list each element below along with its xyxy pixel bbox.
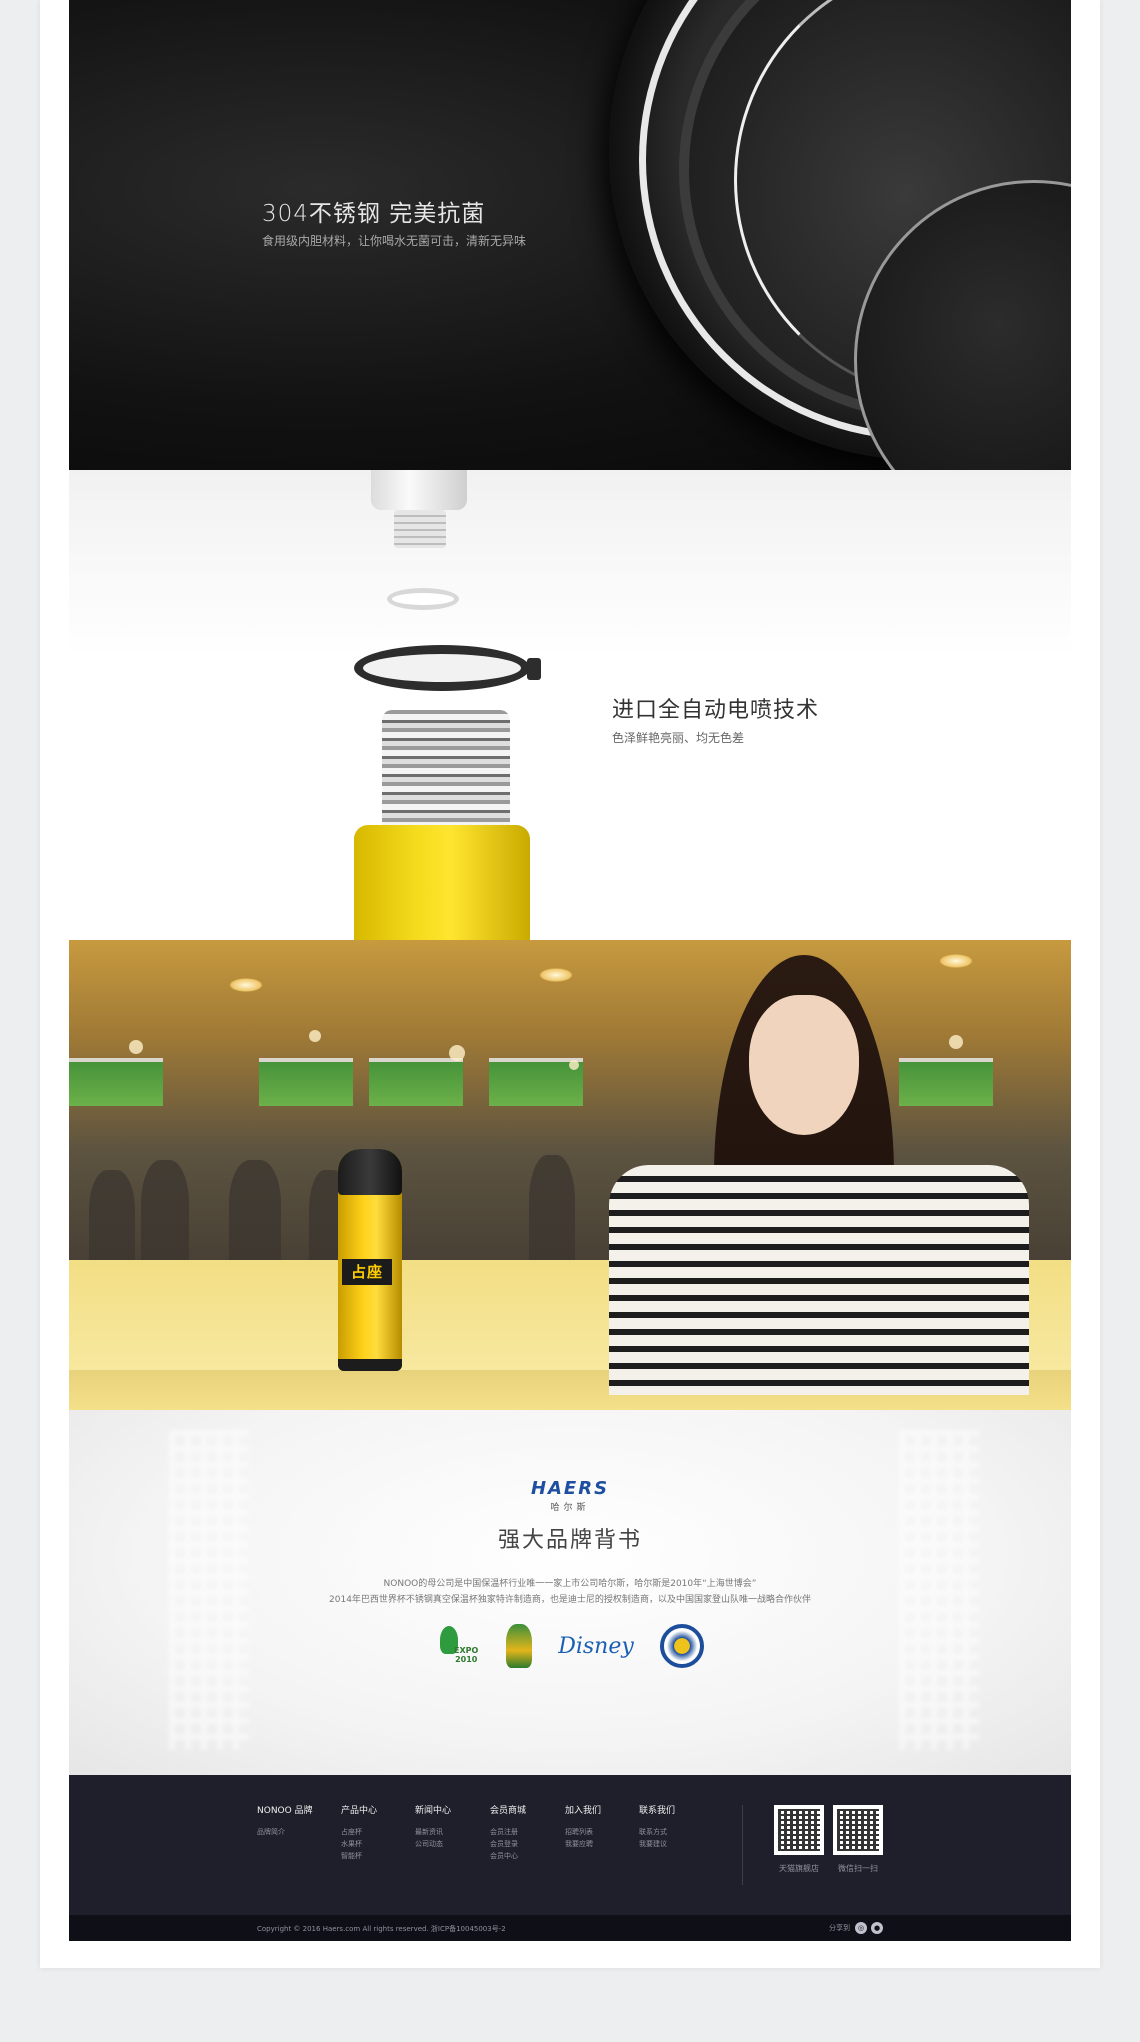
footer-link[interactable]: 我要应聘 — [565, 1838, 601, 1850]
sub-footer: Copyright © 2016 Haers.com All rights re… — [69, 1915, 1071, 1941]
model-face — [749, 995, 859, 1135]
thermos-base — [338, 1359, 402, 1371]
tmall-qr-code — [774, 1805, 824, 1855]
expo-logo-text: EXPO 2010 — [454, 1646, 479, 1664]
bottle-lid-ring-image — [354, 645, 530, 691]
footer-col-brand: NONOO 品牌 品牌简介 — [257, 1803, 313, 1838]
bokeh-light — [569, 1060, 579, 1070]
wechat-qr-label: 微信扫一扫 — [838, 1864, 878, 1873]
bokeh-light — [309, 1030, 321, 1042]
footer-col-heading[interactable]: 产品中心 — [341, 1803, 377, 1816]
qr-pattern — [778, 1809, 820, 1851]
footer-link[interactable]: 智能杯 — [341, 1850, 377, 1862]
footer-col-mall: 会员商城 会员注册 会员登录 会员中心 — [490, 1803, 526, 1862]
mountaineering-team-logo — [659, 1624, 704, 1668]
background-person — [529, 1155, 575, 1270]
qq-icon[interactable]: ● — [871, 1922, 883, 1934]
footer-link[interactable]: 会员注册 — [490, 1826, 526, 1838]
store-sign — [259, 1058, 353, 1106]
footer-col-news: 新闻中心 最新资讯 公司动态 — [415, 1803, 451, 1850]
footer-link[interactable]: 公司动态 — [415, 1838, 451, 1850]
background-person — [89, 1170, 135, 1270]
footer-col-heading[interactable]: NONOO 品牌 — [257, 1803, 313, 1816]
footer-col-heading[interactable]: 新闻中心 — [415, 1803, 451, 1816]
weibo-icon[interactable]: ◎ — [855, 1922, 867, 1934]
bottle-cap-image — [371, 470, 467, 510]
footer-link[interactable]: 最新资讯 — [415, 1826, 451, 1838]
store-sign — [69, 1058, 163, 1106]
world-cup-2014-logo — [506, 1624, 533, 1668]
footer-col-heading[interactable]: 会员商城 — [490, 1803, 526, 1816]
footer-link[interactable]: 会员中心 — [490, 1850, 526, 1862]
footer-link[interactable]: 会员登录 — [490, 1838, 526, 1850]
spray-feature-banner: 进口全自动电喷技术 色泽鲜艳亮丽、均无色差 — [69, 470, 1071, 940]
background-person — [141, 1160, 189, 1270]
steel-feature-title: 304不锈钢 完美抗菌 — [262, 201, 486, 227]
yellow-thermos-image: 占座 — [338, 1149, 402, 1371]
brand-description-line: 2014年巴西世界杯不锈钢真空保温杯独家特许制造商，也是迪士尼的授权制造商，以及… — [329, 1595, 811, 1605]
expo-2010-logo: EXPO 2010 — [436, 1624, 480, 1668]
thermos-cap — [338, 1149, 402, 1195]
spray-feature-title: 进口全自动电喷技术 — [612, 698, 820, 723]
footer-link[interactable]: 联系方式 — [639, 1826, 675, 1838]
bottle-cap-thread — [394, 510, 446, 548]
bottle-lid-tab — [527, 658, 541, 680]
bottle-yellow-body-image — [354, 825, 530, 940]
footer-col-heading[interactable]: 加入我们 — [565, 1803, 601, 1816]
disney-logo: Disney — [558, 1633, 634, 1659]
page-content: 304不锈钢 完美抗菌 食用级内胆材料，让你喝水无菌可击，清新无异味 进口全自动… — [69, 0, 1071, 1941]
bottle-steel-neck-image — [382, 710, 510, 830]
qr-pattern — [837, 1809, 879, 1851]
ceiling-lamp — [539, 968, 573, 982]
wechat-qr-code — [833, 1805, 883, 1855]
footer-col-heading[interactable]: 联系我们 — [639, 1803, 675, 1816]
footer-link[interactable]: 招聘列表 — [565, 1826, 601, 1838]
brand-endorsement-section: HAERS 哈尔斯 强大品牌背书 NONOO的母公司是中国保温杯行业唯一一家上市… — [69, 1410, 1071, 1775]
brand-description: NONOO的母公司是中国保温杯行业唯一一家上市公司哈尔斯，哈尔斯是2010年“上… — [69, 1576, 1071, 1608]
footer-col-join: 加入我们 招聘列表 我要应聘 — [565, 1803, 601, 1850]
haers-logo: HAERS — [530, 1478, 610, 1499]
bokeh-light — [449, 1045, 465, 1061]
model-girl-image — [599, 955, 1049, 1395]
footer-link[interactable]: 占座杯 — [341, 1826, 377, 1838]
background-person — [229, 1160, 281, 1270]
bokeh-light — [129, 1040, 143, 1054]
footer-link[interactable]: 品牌简介 — [257, 1826, 313, 1838]
model-striped-shirt — [609, 1165, 1029, 1395]
footer-divider — [742, 1805, 743, 1885]
store-sign — [369, 1058, 463, 1106]
thermos-label: 占座 — [342, 1259, 392, 1285]
footer-col-contact: 联系我们 联系方式 我要建议 — [639, 1803, 675, 1850]
steel-feature-banner: 304不锈钢 完美抗菌 食用级内胆材料，让你喝水无菌可击，清新无异味 — [69, 0, 1071, 470]
haers-logo-sub: 哈尔斯 — [550, 1503, 590, 1513]
share-label: 分享到 — [829, 1924, 850, 1932]
ceiling-lamp — [229, 978, 263, 992]
footer-link[interactable]: 我要建议 — [639, 1838, 675, 1850]
brand-title: 强大品牌背书 — [497, 1528, 642, 1553]
bottle-washer-image — [387, 588, 459, 610]
footer-link[interactable]: 水果杯 — [341, 1838, 377, 1850]
spray-feature-subtitle: 色泽鲜艳亮丽、均无色差 — [612, 731, 745, 745]
tmall-qr-label: 天猫旗舰店 — [779, 1864, 819, 1873]
footer-col-products: 产品中心 占座杯 水果杯 智能杯 — [341, 1803, 377, 1862]
site-footer: NONOO 品牌 品牌简介 产品中心 占座杯 水果杯 智能杯 新闻中心 最新资讯… — [69, 1775, 1071, 1915]
steel-feature-subtitle: 食用级内胆材料，让你喝水无菌可击，清新无异味 — [262, 234, 527, 248]
lifestyle-photo: 占座 — [69, 940, 1071, 1410]
partner-logos: EXPO 2010 Disney — [69, 1624, 1071, 1668]
copyright-text: Copyright © 2016 Haers.com All rights re… — [257, 1925, 506, 1933]
brand-description-line: NONOO的母公司是中国保温杯行业唯一一家上市公司哈尔斯，哈尔斯是2010年“上… — [383, 1579, 757, 1589]
